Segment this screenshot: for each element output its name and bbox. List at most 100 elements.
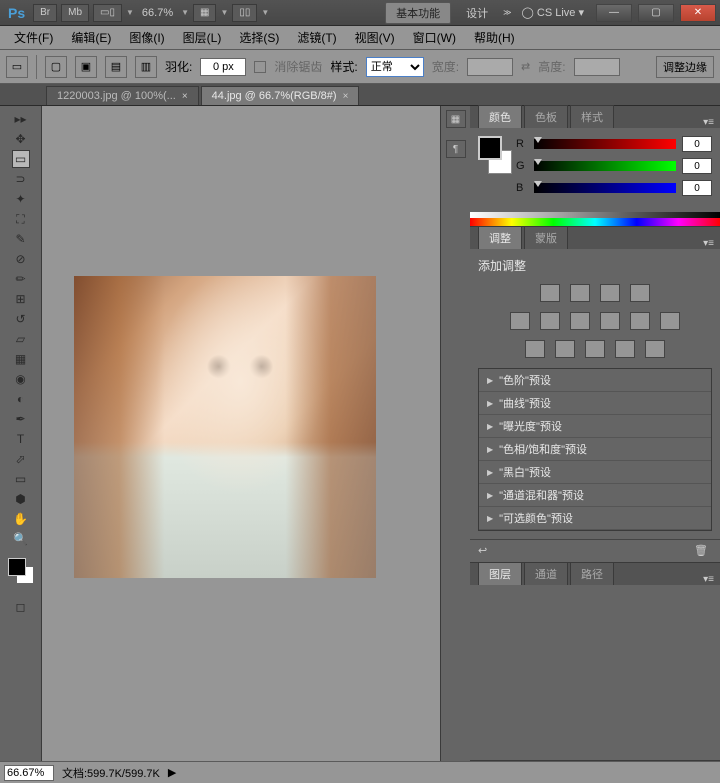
preset-item[interactable]: "色阶"预设 — [479, 369, 711, 392]
trash-icon[interactable]: 🗑 — [694, 544, 712, 558]
style-select[interactable]: 正常 — [366, 57, 424, 77]
colorbalance-icon[interactable] — [570, 312, 590, 330]
viewextras-button[interactable]: ▦ — [193, 4, 216, 22]
height-input[interactable] — [574, 58, 620, 76]
fg-swatch[interactable] — [478, 136, 502, 160]
dropdown-icon[interactable]: ▼ — [261, 8, 269, 17]
return-icon[interactable]: ↩ — [478, 544, 496, 558]
preset-item[interactable]: "曝光度"预设 — [479, 415, 711, 438]
invert-icon[interactable] — [525, 340, 545, 358]
color-swatches[interactable] — [2, 558, 39, 588]
feather-input[interactable] — [200, 58, 246, 76]
panel-tab-color[interactable]: 颜色 — [478, 105, 522, 128]
hand-tool[interactable]: ✋ — [12, 510, 30, 528]
b-slider[interactable] — [534, 183, 676, 193]
lasso-tool[interactable]: ⊃ — [12, 170, 30, 188]
panel-tab-styles[interactable]: 样式 — [570, 105, 614, 128]
eyedropper-tool[interactable]: ✎ — [12, 230, 30, 248]
exposure-icon[interactable] — [630, 284, 650, 302]
panel-tab-layers[interactable]: 图层 — [478, 562, 522, 585]
r-input[interactable] — [682, 136, 712, 152]
collapse-icon[interactable]: ▸▸ — [12, 110, 30, 128]
document-canvas[interactable] — [74, 276, 376, 578]
healing-tool[interactable]: ⊘ — [12, 250, 30, 268]
zoom-tool[interactable]: 🔍 — [12, 530, 30, 548]
preset-item[interactable]: "可选颜色"预设 — [479, 507, 711, 530]
menu-select[interactable]: 选择(S) — [231, 27, 287, 48]
workspace-more-icon[interactable]: ≫ — [503, 8, 511, 17]
menu-edit[interactable]: 编辑(E) — [63, 27, 119, 48]
canvas-area[interactable] — [42, 106, 438, 761]
panel-icon[interactable]: ¶ — [446, 140, 466, 158]
panel-tab-channels[interactable]: 通道 — [524, 562, 568, 585]
panel-tab-paths[interactable]: 路径 — [570, 562, 614, 585]
dropdown-icon[interactable]: ▼ — [126, 8, 134, 17]
pen-tool[interactable]: ✒ — [12, 410, 30, 428]
gradientmap-icon[interactable] — [615, 340, 635, 358]
g-input[interactable] — [682, 158, 712, 174]
antialias-checkbox[interactable] — [254, 61, 266, 73]
tab-close-icon[interactable]: × — [182, 91, 188, 102]
new-selection-icon[interactable]: ▢ — [45, 56, 67, 78]
move-tool[interactable]: ✥ — [12, 130, 30, 148]
subtract-selection-icon[interactable]: ▤ — [105, 56, 127, 78]
gradient-tool[interactable]: ▦ — [12, 350, 30, 368]
minimize-button[interactable]: — — [596, 4, 632, 22]
minibridge-button[interactable]: Mb — [61, 4, 89, 22]
channelmixer-icon[interactable] — [660, 312, 680, 330]
maximize-button[interactable]: ▢ — [638, 4, 674, 22]
panel-menu-icon[interactable]: ▾≡ — [703, 238, 714, 249]
tool-preset-icon[interactable]: ▭ — [6, 56, 28, 78]
refine-edge-button[interactable]: 调整边缘 — [656, 56, 714, 78]
preset-item[interactable]: "色相/饱和度"预设 — [479, 438, 711, 461]
width-input[interactable] — [467, 58, 513, 76]
menu-window[interactable]: 窗口(W) — [405, 27, 464, 48]
document-tab[interactable]: 1220003.jpg @ 100%(... × — [46, 86, 199, 105]
crop-tool[interactable]: ⛶ — [12, 210, 30, 228]
dodge-tool[interactable]: ◐ — [12, 390, 30, 408]
panel-menu-icon[interactable]: ▾≡ — [703, 117, 714, 128]
shape-tool[interactable]: ▭ — [12, 470, 30, 488]
color-swatch[interactable] — [478, 136, 510, 176]
eraser-tool[interactable]: ▱ — [12, 330, 30, 348]
zoom-input[interactable] — [4, 765, 54, 781]
menu-layer[interactable]: 图层(L) — [175, 27, 230, 48]
preset-item[interactable]: "通道混和器"预设 — [479, 484, 711, 507]
screenmode-button[interactable]: ▭▯ — [93, 4, 122, 22]
intersect-selection-icon[interactable]: ▥ — [135, 56, 157, 78]
history-brush-tool[interactable]: ↺ — [12, 310, 30, 328]
selectivecolor-icon[interactable] — [645, 340, 665, 358]
dropdown-icon[interactable]: ▼ — [181, 8, 189, 17]
r-slider[interactable] — [534, 139, 676, 149]
3d-tool[interactable]: ⬢ — [12, 490, 30, 508]
doc-info[interactable]: 文档:599.7K/599.7K — [62, 765, 160, 781]
wand-tool[interactable]: ✦ — [12, 190, 30, 208]
layers-body[interactable] — [470, 585, 720, 760]
panel-tab-swatches[interactable]: 色板 — [524, 105, 568, 128]
menu-image[interactable]: 图像(I) — [121, 27, 172, 48]
dropdown-icon[interactable]: ▼ — [220, 8, 228, 17]
close-button[interactable]: ✕ — [680, 4, 716, 22]
panel-menu-icon[interactable]: ▾≡ — [703, 574, 714, 585]
b-input[interactable] — [682, 180, 712, 196]
brush-tool[interactable]: ✏ — [12, 270, 30, 288]
quickmask-tool[interactable]: ◻ — [12, 598, 30, 616]
tab-close-icon[interactable]: × — [343, 91, 349, 102]
levels-icon[interactable] — [570, 284, 590, 302]
g-slider[interactable] — [534, 161, 676, 171]
swap-icon[interactable]: ⇄ — [521, 60, 530, 73]
arrange-button[interactable]: ▯▯ — [232, 4, 257, 22]
blur-tool[interactable]: ◉ — [12, 370, 30, 388]
panel-tab-masks[interactable]: 蒙版 — [524, 226, 568, 249]
curves-icon[interactable] — [600, 284, 620, 302]
bw-icon[interactable] — [600, 312, 620, 330]
panel-icon[interactable]: ▦ — [446, 110, 466, 128]
type-tool[interactable]: T — [12, 430, 30, 448]
preset-item[interactable]: "黑白"预设 — [479, 461, 711, 484]
cslive-button[interactable]: ◯ CS Live ▾ — [522, 6, 584, 19]
menu-help[interactable]: 帮助(H) — [466, 27, 523, 48]
workspace-primary[interactable]: 基本功能 — [385, 2, 451, 24]
stamp-tool[interactable]: ⊞ — [12, 290, 30, 308]
statusbar-chevron-icon[interactable]: ▶ — [168, 766, 176, 779]
brightness-icon[interactable] — [540, 284, 560, 302]
